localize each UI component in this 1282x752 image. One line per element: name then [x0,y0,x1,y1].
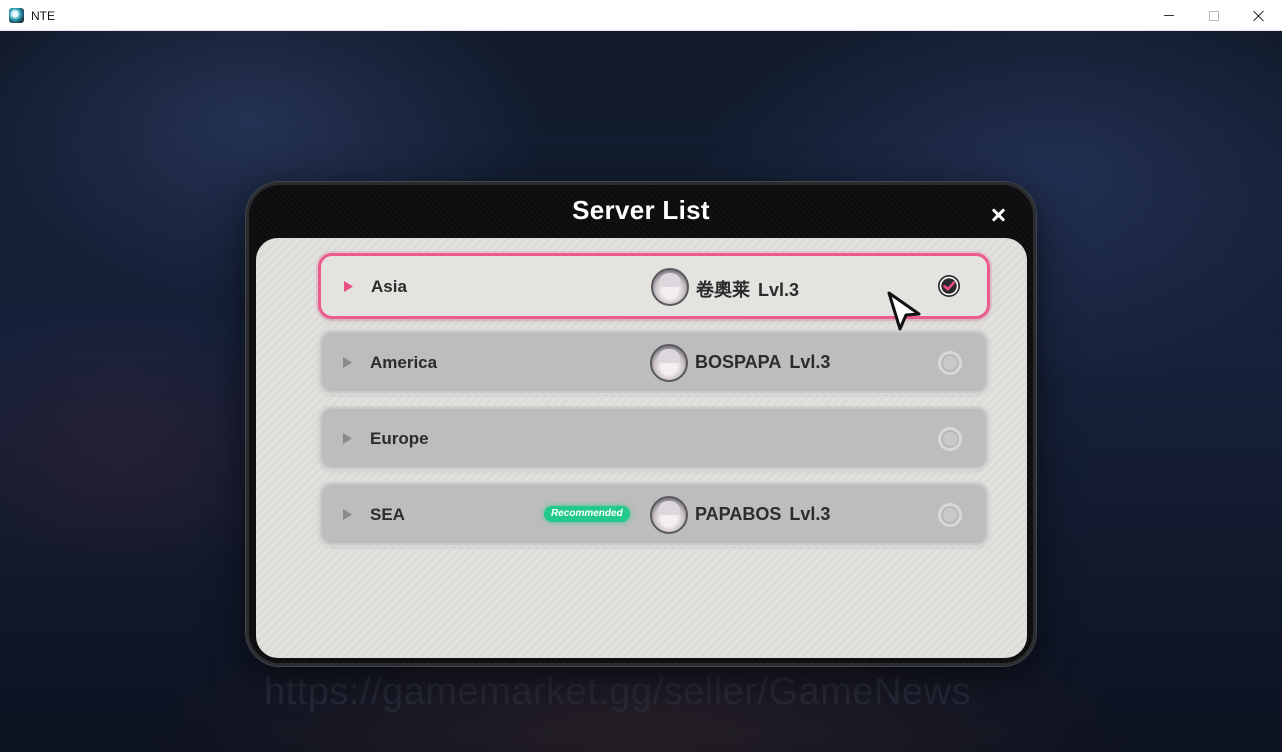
player-info: 卷奧莱 Lvl.3 [696,276,799,302]
modal-close-button[interactable] [986,203,1010,227]
radio-button[interactable] [938,503,962,527]
recommended-badge: Recommended [544,506,630,522]
window-title: NTE [31,9,55,23]
close-icon [1253,10,1265,22]
modal-title: Server List [572,195,710,225]
play-arrow-icon [343,433,352,444]
player-level: Lvl.3 [758,280,800,300]
server-row-america[interactable]: America BOSPAPA Lvl.3 [318,329,990,395]
server-name: Europe [370,429,429,448]
window-close-button[interactable] [1236,0,1282,31]
radio-button[interactable] [938,351,962,375]
server-list-modal: Server List Asia 卷奧莱 Lvl.3 America BOSPA… [246,182,1036,666]
player-info: BOSPAPA Lvl.3 [695,352,830,373]
server-row-sea[interactable]: SEA Recommended PAPABOS Lvl.3 [318,481,990,547]
play-arrow-icon [343,357,352,368]
play-arrow-icon [343,509,352,520]
mouse-cursor-icon [887,291,921,331]
minimize-button[interactable] [1146,0,1192,31]
radio-button[interactable] [938,427,962,451]
maximize-icon [1209,10,1219,21]
maximize-button[interactable] [1191,0,1237,31]
close-icon [991,208,1005,222]
player-level: Lvl.3 [789,352,831,372]
player-avatar [651,268,689,306]
nte-app-icon [9,8,24,23]
player-info: PAPABOS Lvl.3 [695,504,830,525]
server-name: Asia [371,277,407,296]
server-name: SEA [370,505,405,524]
server-row-europe[interactable]: Europe [318,405,990,471]
player-avatar [650,344,688,382]
check-circle-icon[interactable] [937,274,961,298]
server-name: America [370,353,438,372]
player-name: PAPABOS [695,504,782,524]
player-name: BOSPAPA [695,352,782,372]
player-name: 卷奧莱 [696,280,750,300]
player-avatar [650,496,688,534]
minimize-icon [1164,15,1174,16]
window-title-bar: NTE [0,0,1282,31]
player-level: Lvl.3 [789,504,831,524]
watermark-text: https://gamemarket.gg/seller/GameNews [264,671,971,713]
play-arrow-icon [344,281,353,292]
